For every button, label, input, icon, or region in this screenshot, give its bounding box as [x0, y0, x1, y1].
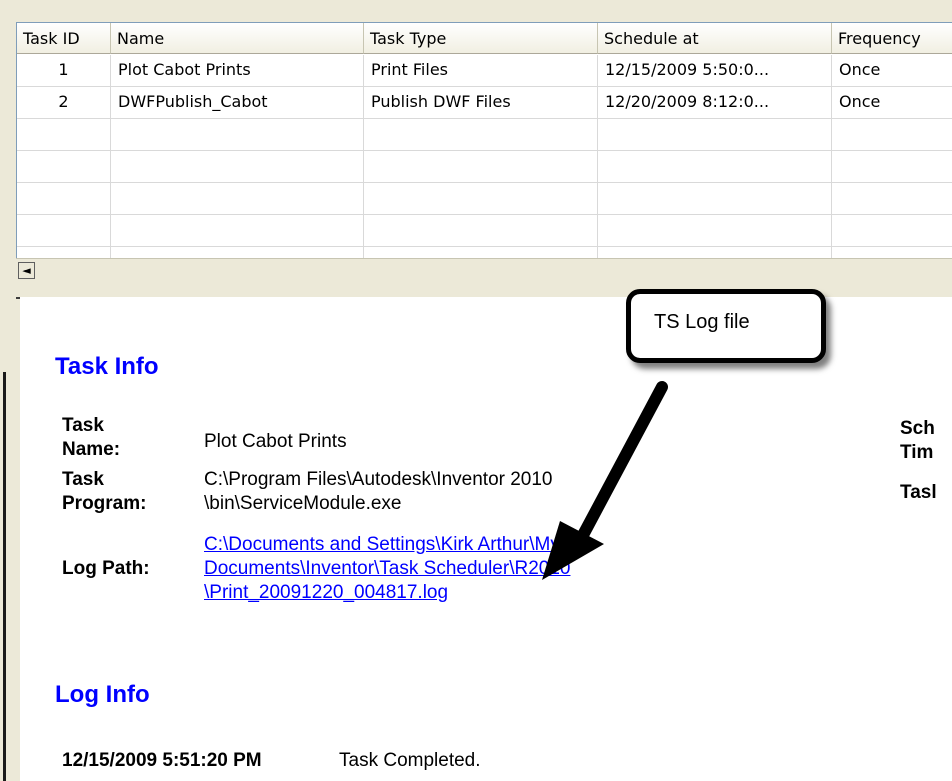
- table-row-2-task-id[interactable]: 2: [17, 87, 111, 119]
- task-name-label: Task Name:: [62, 415, 121, 460]
- empty-cell: [832, 183, 952, 215]
- task-label-right: Tasl: [900, 482, 937, 503]
- empty-cell: [364, 151, 598, 183]
- grid-header: Task ID Name Task Type Schedule at Frequ…: [17, 23, 952, 55]
- table-row-1-frequency[interactable]: Once: [832, 55, 952, 87]
- empty-cell: [111, 151, 364, 183]
- log-entry-text: Task Completed.: [339, 750, 481, 771]
- log-path-label: Log Path:: [62, 558, 150, 579]
- table-row-1-task-type[interactable]: Print Files: [364, 55, 598, 87]
- task-program-value: C:\Program Files\Autodesk\Inventor 2010 …: [204, 469, 553, 514]
- table-row-1-schedule[interactable]: 12/15/2009 5:50:0...: [598, 55, 832, 87]
- empty-cell: [598, 183, 832, 215]
- table-row-2-frequency[interactable]: Once: [832, 87, 952, 119]
- task-name-value: Plot Cabot Prints: [204, 431, 347, 452]
- empty-cell: [111, 183, 364, 215]
- empty-cell: [598, 119, 832, 151]
- column-header-schedule-at[interactable]: Schedule at: [598, 23, 832, 54]
- empty-cell: [598, 215, 832, 247]
- empty-cell: [111, 119, 364, 151]
- window-top-bar: [0, 0, 952, 22]
- column-header-name[interactable]: Name: [111, 23, 364, 54]
- empty-cell: [364, 215, 598, 247]
- empty-cell: [17, 151, 111, 183]
- task-program-label: Task Program:: [62, 469, 147, 514]
- task-info-heading: Task Info: [55, 353, 159, 380]
- log-path-link[interactable]: C:\Documents and Settings\Kirk Arthur\My…: [204, 533, 570, 605]
- empty-cell: [17, 215, 111, 247]
- table-row-1-name[interactable]: Plot Cabot Prints: [111, 55, 364, 87]
- schedule-time-label: Sch Tim: [900, 418, 935, 463]
- empty-cell: [832, 119, 952, 151]
- column-header-frequency[interactable]: Frequency: [832, 23, 952, 54]
- table-row-2-schedule[interactable]: 12/20/2009 8:12:0...: [598, 87, 832, 119]
- ts-log-file-callout: TS Log file: [626, 289, 826, 363]
- empty-cell: [598, 151, 832, 183]
- empty-cell: [17, 183, 111, 215]
- log-entry-time: 12/15/2009 5:51:20 PM: [62, 750, 262, 771]
- task-details-pane: Task Info Task Name: Plot Cabot Prints T…: [20, 289, 952, 781]
- empty-cell: [111, 215, 364, 247]
- horizontal-scrollbar[interactable]: ◄: [16, 258, 952, 284]
- log-info-heading: Log Info: [55, 681, 150, 708]
- triangle-left-icon[interactable]: ◄: [18, 262, 35, 279]
- column-header-task-type[interactable]: Task Type: [364, 23, 598, 54]
- table-row-2-name[interactable]: DWFPublish_Cabot: [111, 87, 364, 119]
- empty-cell: [364, 119, 598, 151]
- column-header-task-id[interactable]: Task ID: [17, 23, 111, 54]
- empty-cell: [17, 119, 111, 151]
- window-left-edge: [3, 372, 6, 781]
- empty-cell: [364, 183, 598, 215]
- table-row-2-task-type[interactable]: Publish DWF Files: [364, 87, 598, 119]
- empty-cell: [832, 151, 952, 183]
- table-row-1-task-id[interactable]: 1: [17, 55, 111, 87]
- task-grid[interactable]: Task ID Name Task Type Schedule at Frequ…: [16, 22, 952, 268]
- empty-cell: [832, 215, 952, 247]
